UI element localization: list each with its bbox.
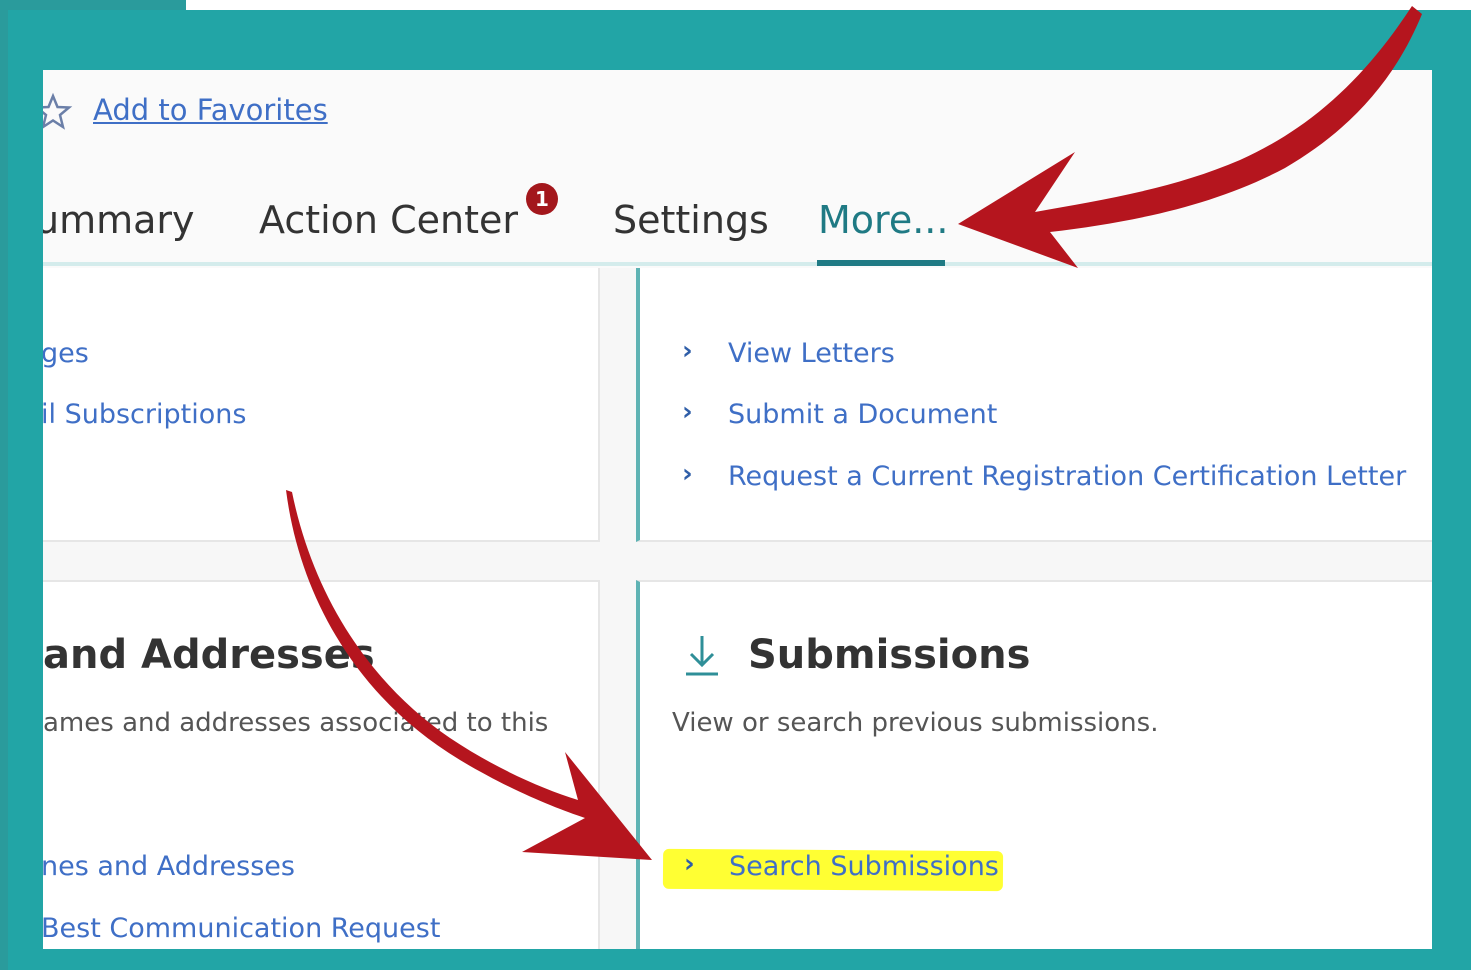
card-letters: › View Letters › Submit a Document › Req… [636,268,1432,542]
submissions-description: View or search previous submissions. [672,708,1159,738]
tabs-underline [43,262,1432,266]
download-arrow-icon [686,636,718,676]
notification-badge: 1 [526,183,558,215]
tab-settings[interactable]: Settings [613,198,769,242]
chevron-right-icon: › [684,849,695,879]
tab-more[interactable]: More... [818,198,948,242]
link-messages[interactable]: ges [43,338,89,369]
link-submit-document[interactable]: Submit a Document [728,399,997,430]
tab-action-center[interactable]: Action Center [259,198,518,242]
add-to-favorites-link[interactable]: Add to Favorites [93,93,328,127]
link-best-communication-request[interactable]: Best Communication Request [43,913,440,944]
chevron-right-icon: › [682,336,693,366]
card-names-addresses: and Addresses ames and addresses associa… [43,580,600,949]
submissions-heading: Submissions [748,632,1031,678]
link-view-letters[interactable]: View Letters [728,338,895,369]
link-email-subscriptions[interactable]: il Subscriptions [43,399,246,430]
card-messages: ges il Subscriptions [43,268,600,542]
star-icon[interactable] [43,92,73,132]
card-description: ames and addresses associated to this [43,708,549,738]
tab-summary[interactable]: ummary [43,198,195,242]
frame-corner [0,0,186,10]
link-search-submissions[interactable]: Search Submissions [729,851,999,882]
chevron-right-icon: › [682,397,693,427]
link-request-certification-letter[interactable]: Request a Current Registration Certifica… [728,461,1406,492]
chevron-right-icon: › [682,459,693,489]
screenshot-panel: Add to Favorites ummary Action Center 1 … [43,70,1432,949]
card-submissions: Submissions View or search previous subm… [636,580,1432,949]
frame-top-strip [186,0,1471,10]
link-names-addresses[interactable]: nes and Addresses [43,851,295,882]
active-tab-indicator [817,260,945,266]
frame-left-strip [0,10,8,970]
card-heading: and Addresses [43,632,375,678]
